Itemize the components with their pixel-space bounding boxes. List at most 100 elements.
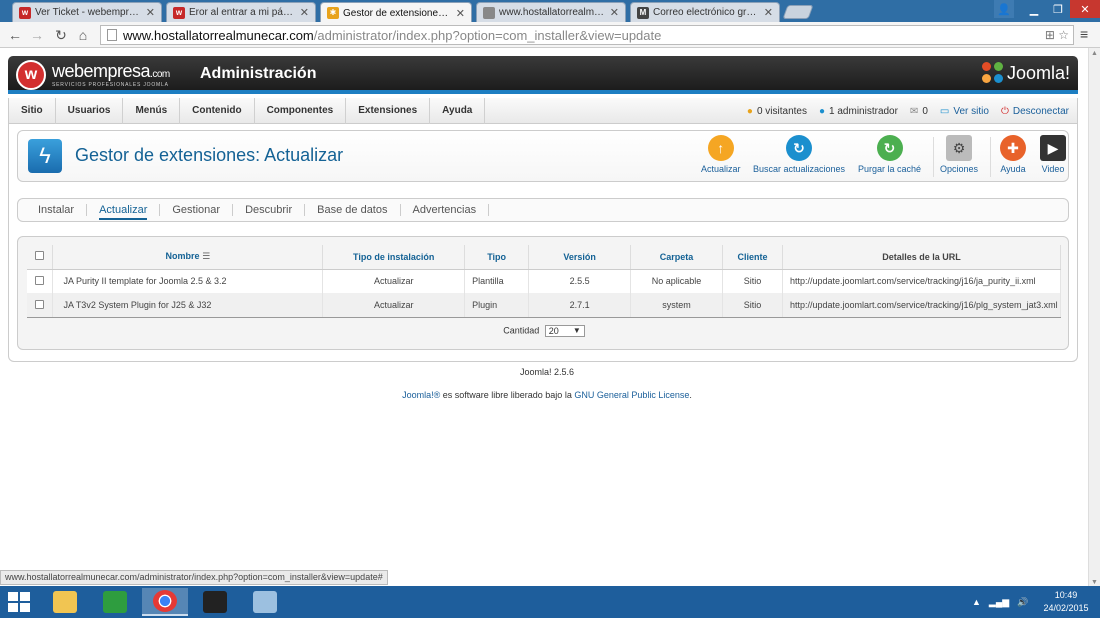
tab-actualizar[interactable]: Actualizar: [87, 204, 161, 220]
browser-menu-icon[interactable]: ≡: [1080, 26, 1088, 42]
close-tab-icon[interactable]: ✕: [764, 6, 773, 19]
back-arrow-icon[interactable]: ←: [6, 26, 24, 44]
row-client: Sitio: [722, 293, 783, 317]
brand-suffix: .com: [150, 69, 170, 80]
store-app[interactable]: [92, 588, 138, 616]
address-bar[interactable]: www.hostallatorrealmunecar.com /administ…: [100, 25, 1074, 45]
menu-item-contenido[interactable]: Contenido: [180, 97, 255, 124]
logout-link[interactable]: ⏻ Desconectar: [1001, 106, 1069, 117]
menu-item-extensiones[interactable]: Extensiones: [346, 97, 431, 124]
chrome-app[interactable]: [142, 588, 188, 616]
toolbar-divider: [990, 137, 991, 177]
maximize-window-button[interactable]: ❐: [1046, 0, 1070, 18]
system-tray: ▲ ▂▄▆ 🔊: [972, 586, 1036, 618]
browser-tab[interactable]: M Correo electrónico gratuit ✕: [630, 2, 780, 22]
forward-arrow-icon[interactable]: →: [28, 26, 46, 44]
scroll-down-arrow-icon[interactable]: ▼: [1091, 579, 1098, 586]
volume-icon[interactable]: 🔊: [1017, 597, 1028, 608]
help-label: Ayuda: [1000, 164, 1026, 174]
row-folder: system: [630, 293, 723, 317]
browser-tab-label: Eror al entrar a mi página: [189, 7, 296, 18]
close-tab-icon[interactable]: ✕: [456, 7, 465, 20]
joomla-logo-text: Joomla!: [1006, 62, 1070, 83]
browser-tab[interactable]: www.hostallatorrealmune ✕: [476, 2, 626, 22]
menu-item-componentes[interactable]: Componentes: [255, 97, 347, 124]
column-header-name[interactable]: Nombre ☰: [52, 245, 324, 270]
reload-icon[interactable]: ↻: [52, 26, 70, 44]
tab-descubrir[interactable]: Descubrir: [233, 204, 306, 216]
new-tab-button[interactable]: [782, 5, 814, 19]
windows-start-icon[interactable]: [8, 592, 30, 612]
browser-tab-active[interactable]: ✱ Gestor de extensiones - Ac ✕: [320, 2, 472, 23]
row-checkbox[interactable]: [35, 299, 45, 309]
purge-cache-button[interactable]: ↻ Purgar la caché: [858, 135, 921, 174]
tab-advertencias[interactable]: Advertencias: [401, 204, 490, 216]
update-button[interactable]: ↑ Actualizar: [701, 135, 741, 174]
column-header-client[interactable]: Cliente: [722, 245, 783, 270]
network-signal-icon[interactable]: ▂▄▆: [989, 597, 1009, 608]
find-updates-button[interactable]: ↻ Buscar actualizaciones: [753, 135, 845, 174]
user-profile-icon[interactable]: 👤: [994, 0, 1014, 18]
scroll-up-arrow-icon[interactable]: ▲: [1091, 50, 1098, 57]
menu-item-menus[interactable]: Menús: [123, 97, 181, 124]
limit-select[interactable]: 20 ▼: [544, 325, 585, 337]
close-tab-icon[interactable]: ✕: [300, 6, 309, 19]
mail-icon: ✉: [909, 105, 919, 117]
view-site-link[interactable]: ▭ Ver sitio: [940, 106, 989, 117]
webempresa-favicon-icon: w: [19, 6, 31, 19]
tray-expand-icon[interactable]: ▲: [972, 597, 981, 607]
select-all-checkbox[interactable]: [35, 251, 45, 261]
row-checkbox-cell: [27, 269, 54, 293]
table-row: JA Purity II template for Joomla 2.5 & 3…: [27, 269, 1062, 293]
video-button[interactable]: ▶ Video: [1040, 135, 1066, 174]
vertical-scrollbar[interactable]: ▲ ▼: [1088, 48, 1100, 588]
close-window-button[interactable]: ✕: [1070, 0, 1100, 18]
options-button[interactable]: ⚙ Opciones: [940, 135, 978, 174]
messages-status[interactable]: ✉ 0: [910, 106, 928, 117]
video-label: Video: [1041, 164, 1065, 174]
menu-item-ayuda[interactable]: Ayuda: [430, 97, 486, 124]
status-bar: ● 0 visitantes ● 1 administrador ✉ 0 ▭ V…: [735, 98, 1069, 124]
browser-tab[interactable]: w Ver Ticket - webempresa.c ✕: [12, 2, 162, 22]
menu-item-usuarios[interactable]: Usuarios: [56, 97, 124, 124]
device-app[interactable]: [192, 588, 238, 616]
updates-table-box: Nombre ☰ Tipo de instalación Tipo Versió…: [17, 236, 1069, 350]
toolbar-box: ϟ Gestor de extensiones: Actualizar ↑ Ac…: [17, 130, 1069, 182]
update-button-label: Actualizar: [701, 164, 741, 174]
admin-user-icon: ●: [818, 105, 826, 117]
close-tab-icon[interactable]: ✕: [146, 6, 155, 19]
column-header-install-type[interactable]: Tipo de instalación: [322, 245, 466, 270]
license-text: Joomla!® es software libre liberado bajo…: [0, 390, 1094, 400]
row-client: Sitio: [722, 269, 783, 293]
translate-and-star-icon[interactable]: ⊞ ☆: [1045, 28, 1069, 42]
view-site-label: Ver sitio: [953, 105, 989, 117]
sort-icon: ☰: [202, 251, 211, 262]
table-row: JA T3v2 System Plugin for J25 & J32 Actu…: [27, 293, 1062, 317]
minimize-window-button[interactable]: ▁: [1022, 0, 1046, 18]
installer-subtabs: Instalar Actualizar Gestionar Descubrir …: [17, 198, 1069, 222]
gpl-link[interactable]: GNU General Public License: [574, 390, 689, 400]
home-icon[interactable]: ⌂: [74, 26, 92, 44]
admins-count: 1 administrador: [829, 105, 898, 117]
menu-item-sitio[interactable]: Sitio: [9, 97, 56, 124]
joomla-link[interactable]: Joomla!®: [402, 390, 440, 400]
column-header-folder[interactable]: Carpeta: [630, 245, 723, 270]
column-header-type[interactable]: Tipo: [464, 245, 530, 270]
tab-gestionar[interactable]: Gestionar: [160, 204, 234, 216]
close-tab-icon[interactable]: ✕: [610, 6, 619, 19]
tab-instalar[interactable]: Instalar: [26, 204, 88, 216]
row-checkbox[interactable]: [35, 275, 45, 285]
tab-base-de-datos[interactable]: Base de datos: [305, 204, 401, 216]
column-header-version[interactable]: Versión: [528, 245, 632, 270]
admin-header: w webempresa.com SERVICIOS PROFESIONALES…: [8, 56, 1078, 94]
page-title: Gestor de extensiones: Actualizar: [75, 145, 344, 165]
editor-app[interactable]: [242, 588, 288, 616]
purge-cache-label: Purgar la caché: [858, 164, 922, 174]
page-favicon-icon: [483, 6, 495, 19]
browser-tab[interactable]: w Eror al entrar a mi página ✕: [166, 2, 316, 22]
help-button[interactable]: ✚ Ayuda: [1000, 135, 1026, 174]
file-explorer-app[interactable]: [42, 588, 88, 616]
updates-table: Nombre ☰ Tipo de instalación Tipo Versió…: [27, 245, 1062, 317]
taskbar-clock[interactable]: 10:49 24/02/2015: [1040, 589, 1092, 615]
visitors-icon: ●: [746, 105, 753, 117]
